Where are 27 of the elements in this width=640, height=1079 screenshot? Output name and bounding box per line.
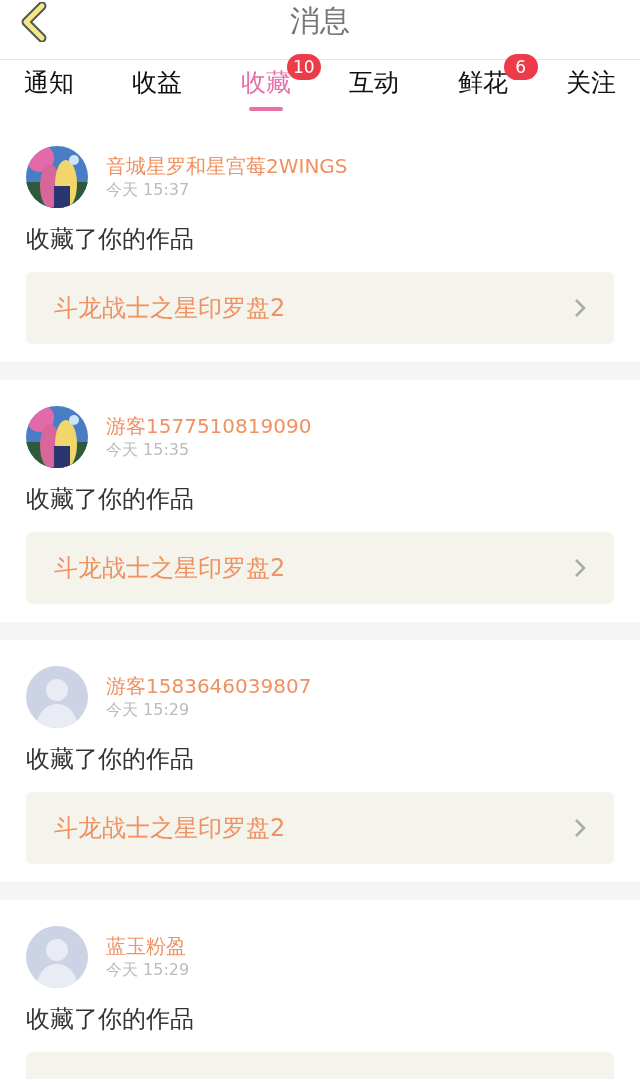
user-name[interactable]: 音城星罗和星宫莓2WINGS <box>106 153 348 179</box>
chevron-right-icon <box>574 818 586 838</box>
timestamp: 今天 15:29 <box>106 959 190 981</box>
timestamp: 今天 15:29 <box>106 699 191 721</box>
tab[interactable]: 通知 <box>24 60 74 98</box>
work-title: 斗龙战士之星印罗盘2 <box>54 293 286 324</box>
chevron-right-icon <box>574 298 586 318</box>
timestamp: 今天 15:37 <box>106 179 191 201</box>
message-text: 收藏了你的作品 <box>26 484 195 515</box>
user-name[interactable]: 蓝玉粉盈 <box>106 933 190 959</box>
work-link-card[interactable]: 斗龙战士之星印罗盘2 <box>26 532 614 604</box>
user-name[interactable]: 游客1577510819090 <box>106 413 312 439</box>
message-text: 收藏了你的作品 <box>26 224 195 255</box>
tab[interactable]: 关注 <box>565 60 616 98</box>
work-title: 斗龙战士之星印罗盘2 <box>54 813 286 844</box>
message-text: 收藏了你的作品 <box>26 1004 195 1035</box>
tab[interactable]: 收益 <box>132 60 183 98</box>
work-link-card[interactable]: 斗龙战士之星印罗盘2 <box>26 272 614 344</box>
chevron-right-icon <box>574 558 586 578</box>
tab-indicator <box>248 107 283 111</box>
work-link-card[interactable]: 斗龙战士之星印罗盘2 <box>26 792 614 864</box>
page-title: 消息 <box>290 5 350 36</box>
timestamp: 今天 15:35 <box>106 439 191 461</box>
user-name[interactable]: 游客1583646039807 <box>106 673 312 699</box>
message-text: 收藏了你的作品 <box>26 744 195 775</box>
tab[interactable]: 互动 <box>349 60 400 98</box>
work-title: 斗龙战士之星印罗盘2 <box>54 553 286 584</box>
